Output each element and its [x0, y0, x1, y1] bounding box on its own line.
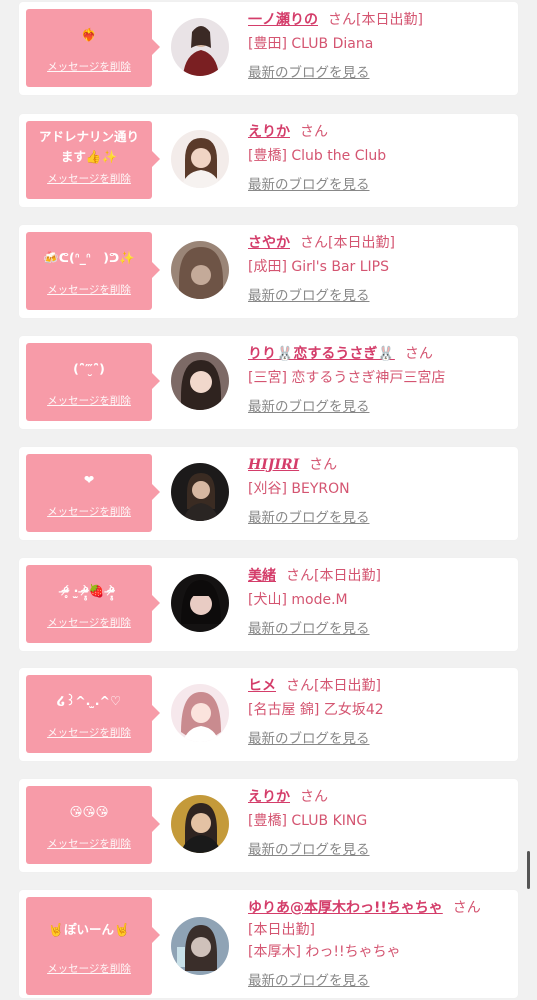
honorific: さん: [404, 346, 433, 362]
avatar[interactable]: [171, 574, 229, 632]
message-text: 🤘ぽいーん🤘: [48, 922, 130, 937]
status-badge: [本日出勤]: [314, 678, 381, 694]
avatar[interactable]: [171, 917, 229, 975]
honorific: さん: [309, 457, 338, 473]
message-bubble: ໒꒱^. ̫.^♡ メッセージを削除: [26, 675, 160, 753]
area: [豊橋]: [248, 148, 287, 164]
message-card: アドレナリン通り ます👍✨ メッセージを削除 えりか さん [豊橋] Club t…: [19, 114, 518, 207]
message-card: ໒꒱^. ̫.^♡ メッセージを削除 ヒメ さん[本日出勤] [名古屋 錦] 乙女…: [19, 668, 518, 761]
message-text: 😘😘😘: [69, 804, 109, 819]
message-text: ໒꒱^. ̫.^♡: [56, 693, 122, 708]
honorific: さん: [300, 124, 328, 140]
avatar[interactable]: [171, 18, 229, 76]
honorific: さん: [286, 568, 314, 584]
cast-name-link[interactable]: えりか: [248, 124, 290, 140]
message-card: ❤ メッセージを削除 HIJIRI さん [刈谷] BEYRON 最新のブログを見…: [19, 447, 518, 540]
message-card: 🤘ぽいーん🤘 メッセージを削除 ゆりあ@本厚木わっ!!ちゃちゃ さん [本日出勤]…: [19, 890, 518, 998]
cast-name-link[interactable]: りり🐰恋するうさぎ🐰: [248, 346, 395, 362]
avatar[interactable]: [171, 795, 229, 853]
message-bubble: ᵒ̴̶̷̥́ ·̫ ᵒ̴̶̷̣̥̀🍓 ᵒ̴̶̷̣̥̀ メッセージを削除: [26, 565, 160, 643]
message-card: ᵒ̴̶̷̥́ ·̫ ᵒ̴̶̷̣̥̀🍓 ᵒ̴̶̷̣̥̀ メッセージを削除 美緒 さん…: [19, 558, 518, 651]
shop-name: mode.M: [291, 592, 348, 608]
message-card: 😘😘😘 メッセージを削除 えりか さん [豊橋] CLUB KING 最新のブログ…: [19, 779, 518, 872]
message-bubble: 🍻ᕦ(ᐢ_ᐢ )ᕤ✨ メッセージを削除: [26, 232, 160, 310]
avatar[interactable]: [171, 352, 229, 410]
cast-name-link[interactable]: えりか: [248, 789, 290, 805]
message-bubble: (ˆ̑‴̮ˆ̑) メッセージを削除: [26, 343, 160, 421]
message-text: 🍻ᕦ(ᐢ_ᐢ )ᕤ✨: [43, 250, 135, 265]
shop-name: 恋するうさぎ神戸三宮店: [291, 370, 446, 386]
delete-message-link[interactable]: メッセージを削除: [26, 504, 152, 519]
area: [三宮]: [248, 370, 287, 386]
shop-name: CLUB Diana: [291, 36, 374, 52]
area: [豊橋]: [248, 813, 287, 829]
latest-blog-link[interactable]: 最新のブログを見る: [248, 506, 370, 526]
delete-message-link[interactable]: メッセージを削除: [26, 59, 152, 74]
message-text: アドレナリン通り ます👍✨: [38, 129, 139, 164]
honorific: さん: [328, 12, 356, 28]
avatar[interactable]: [171, 130, 229, 188]
shop-name: BEYRON: [291, 481, 350, 497]
delete-message-link[interactable]: メッセージを削除: [26, 961, 152, 976]
area: [刈谷]: [248, 481, 287, 497]
area: [豊田]: [248, 36, 287, 52]
cast-name-link[interactable]: HIJIRI: [248, 457, 299, 473]
latest-blog-link[interactable]: 最新のブログを見る: [248, 284, 370, 304]
area: [成田]: [248, 259, 287, 275]
latest-blog-link[interactable]: 最新のブログを見る: [248, 969, 370, 989]
cast-name-link[interactable]: ゆりあ@本厚木わっ!!ちゃちゃ: [248, 900, 443, 916]
honorific: さん: [286, 678, 314, 694]
status-badge: [本日出勤]: [314, 568, 381, 584]
shop-name: Girl's Bar LIPS: [291, 259, 390, 275]
message-card: (ˆ̑‴̮ˆ̑) メッセージを削除 りり🐰恋するうさぎ🐰 さん [三宮] 恋するう…: [19, 336, 518, 429]
message-bubble: アドレナリン通り ます👍✨ メッセージを削除: [26, 121, 160, 199]
status-badge: [本日出勤]: [248, 922, 315, 938]
avatar[interactable]: [171, 463, 229, 521]
honorific: さん: [300, 235, 328, 251]
area: [本厚木]: [248, 944, 301, 960]
avatar[interactable]: [171, 684, 229, 742]
cast-name-link[interactable]: 一ノ瀬りの: [248, 12, 318, 28]
avatar[interactable]: [171, 241, 229, 299]
status-badge: [本日出勤]: [328, 235, 395, 251]
message-bubble: 🤘ぽいーん🤘 メッセージを削除: [26, 897, 160, 995]
latest-blog-link[interactable]: 最新のブログを見る: [248, 617, 370, 637]
latest-blog-link[interactable]: 最新のブログを見る: [248, 395, 370, 415]
message-text: ❤️‍🔥: [81, 27, 97, 42]
message-bubble: ❤ メッセージを削除: [26, 454, 160, 532]
scrollbar[interactable]: [527, 851, 530, 889]
message-list: ❤️‍🔥 メッセージを削除 一ノ瀬りの さん[本日出勤] [豊田] CLUB Di…: [0, 0, 537, 1000]
message-text: ᵒ̴̶̷̥́ ·̫ ᵒ̴̶̷̣̥̀🍓 ᵒ̴̶̷̣̥̀: [63, 583, 115, 598]
latest-blog-link[interactable]: 最新のブログを見る: [248, 838, 370, 858]
message-bubble: 😘😘😘 メッセージを削除: [26, 786, 160, 864]
cast-name-link[interactable]: ヒメ: [248, 678, 276, 694]
status-badge: [本日出勤]: [356, 12, 423, 28]
area: [犬山]: [248, 592, 287, 608]
shop-name: Club the Club: [291, 148, 387, 164]
message-bubble: ❤️‍🔥 メッセージを削除: [26, 9, 160, 87]
honorific: さん: [452, 900, 481, 916]
delete-message-link[interactable]: メッセージを削除: [26, 836, 152, 851]
cast-name-link[interactable]: さやか: [248, 235, 290, 251]
message-text: (ˆ̑‴̮ˆ̑): [73, 361, 105, 376]
shop-name: わっ!!ちゃちゃ: [305, 944, 401, 960]
latest-blog-link[interactable]: 最新のブログを見る: [248, 173, 370, 193]
shop-name: CLUB KING: [291, 813, 368, 829]
cast-name-link[interactable]: 美緒: [248, 568, 276, 584]
message-card: ❤️‍🔥 メッセージを削除 一ノ瀬りの さん[本日出勤] [豊田] CLUB Di…: [19, 2, 518, 95]
delete-message-link[interactable]: メッセージを削除: [26, 615, 152, 630]
message-card: 🍻ᕦ(ᐢ_ᐢ )ᕤ✨ メッセージを削除 さやか さん[本日出勤] [成田] Gir…: [19, 225, 518, 318]
area: [名古屋 錦]: [248, 702, 320, 718]
shop-name: 乙女坂42: [323, 702, 384, 718]
message-text: ❤: [83, 472, 95, 487]
latest-blog-link[interactable]: 最新のブログを見る: [248, 727, 370, 747]
delete-message-link[interactable]: メッセージを削除: [26, 725, 152, 740]
delete-message-link[interactable]: メッセージを削除: [26, 393, 152, 408]
delete-message-link[interactable]: メッセージを削除: [26, 282, 152, 297]
honorific: さん: [300, 789, 328, 805]
latest-blog-link[interactable]: 最新のブログを見る: [248, 61, 370, 81]
delete-message-link[interactable]: メッセージを削除: [26, 171, 152, 186]
